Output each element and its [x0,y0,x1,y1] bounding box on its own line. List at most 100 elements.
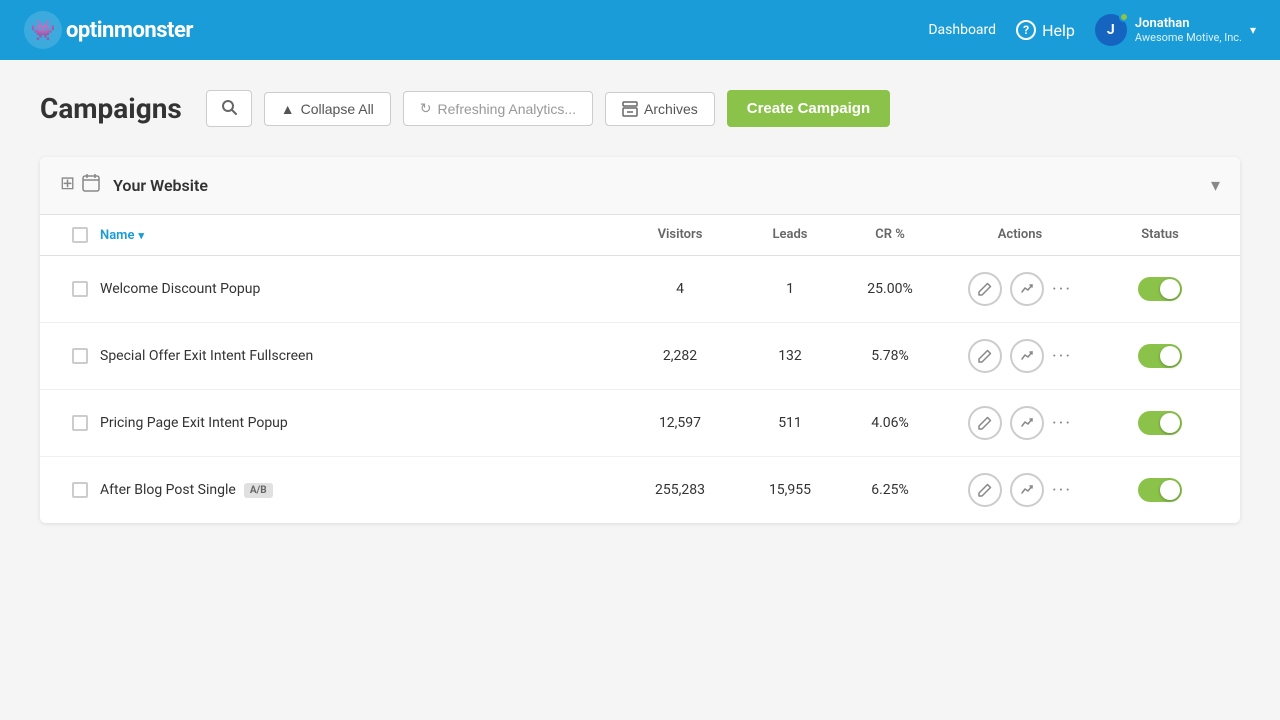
campaign-name: Pricing Page Exit Intent Popup [100,415,288,431]
cr-cell: 5.78% [840,348,940,364]
svg-text:👾: 👾 [31,18,56,42]
visitors-cell: 255,283 [620,482,740,498]
toggle-knob [1160,413,1180,433]
actions-cell: ··· [940,339,1100,373]
archives-label: Archives [644,101,698,117]
edit-button[interactable] [968,339,1002,373]
campaign-rows: Welcome Discount Popup 4 1 25.00% ··· [40,256,1240,523]
edit-icon [978,483,992,497]
campaigns-container: ⊞ Your Website ▾ Name ▾ [40,157,1240,523]
collapse-all-button[interactable]: ▲ Collapse All [264,92,391,126]
status-toggle[interactable] [1138,411,1182,435]
row-checkbox-cell[interactable] [60,348,100,364]
more-actions-button[interactable]: ··· [1052,346,1072,367]
user-menu[interactable]: J Jonathan Awesome Motive, Inc. ▾ [1095,14,1256,46]
row-checkbox[interactable] [72,482,88,498]
analytics-button[interactable] [1010,473,1044,507]
leads-cell: 511 [740,415,840,431]
row-checkbox[interactable] [72,415,88,431]
edit-icon [978,349,992,363]
toggle-knob [1160,279,1180,299]
table-row: Special Offer Exit Intent Fullscreen 2,2… [40,323,1240,390]
more-actions-button[interactable]: ··· [1052,279,1072,300]
column-cr: CR % [840,227,940,243]
campaign-name-cell: Welcome Discount Popup [100,281,620,297]
calendar-icon [81,173,101,198]
visitors-cell: 2,282 [620,348,740,364]
website-name: Your Website [113,176,1211,195]
column-visitors: Visitors [620,227,740,243]
table-row: After Blog Post Single A/B 255,283 15,95… [40,457,1240,523]
logo[interactable]: 👾 optinmonster [24,11,193,49]
status-toggle[interactable] [1138,277,1182,301]
analytics-button[interactable] [1010,339,1044,373]
header: 👾 optinmonster Dashboard ? Help J Jonath… [0,0,1280,60]
dashboard-link[interactable]: Dashboard [928,22,996,38]
analytics-icon [1020,483,1034,497]
campaign-name-cell: Special Offer Exit Intent Fullscreen [100,348,620,364]
select-all-cell[interactable] [60,227,100,243]
row-checkbox[interactable] [72,348,88,364]
actions-cell: ··· [940,473,1100,507]
row-checkbox-cell[interactable] [60,281,100,297]
create-campaign-button[interactable]: Create Campaign [727,90,890,127]
select-all-checkbox[interactable] [72,227,88,243]
row-checkbox-cell[interactable] [60,482,100,498]
toggle-knob [1160,480,1180,500]
help-button[interactable]: ? Help [1016,20,1075,40]
column-actions: Actions [940,227,1100,243]
website-section-header[interactable]: ⊞ Your Website ▾ [40,157,1240,215]
status-toggle[interactable] [1138,344,1182,368]
analytics-icon [1020,416,1034,430]
analytics-button[interactable] [1010,272,1044,306]
user-name: Jonathan [1135,16,1242,31]
archives-button[interactable]: Archives [605,92,715,126]
visitors-cell: 4 [620,281,740,297]
status-toggle[interactable] [1138,478,1182,502]
status-cell[interactable] [1100,277,1220,301]
status-cell[interactable] [1100,344,1220,368]
collapse-all-label: Collapse All [301,101,374,117]
campaign-name-cell: Pricing Page Exit Intent Popup [100,415,620,431]
column-status: Status [1100,227,1220,243]
campaign-name: Welcome Discount Popup [100,281,260,297]
actions-cell: ··· [940,272,1100,306]
website-icons: ⊞ [60,173,101,198]
edit-button[interactable] [968,406,1002,440]
more-actions-button[interactable]: ··· [1052,480,1072,501]
cr-cell: 25.00% [840,281,940,297]
user-company: Awesome Motive, Inc. [1135,31,1242,44]
more-actions-button[interactable]: ··· [1052,413,1072,434]
logo-text: optinmonster [66,18,193,43]
row-checkbox[interactable] [72,281,88,297]
analytics-icon [1020,349,1034,363]
refresh-icon: ↻ [420,100,432,117]
help-icon: ? [1016,20,1036,40]
edit-button[interactable] [968,272,1002,306]
row-checkbox-cell[interactable] [60,415,100,431]
help-label: Help [1042,21,1075,40]
column-leads: Leads [740,227,840,243]
visitors-cell: 12,597 [620,415,740,431]
page-title: Campaigns [40,92,182,125]
website-chevron-icon: ▾ [1211,175,1220,196]
actions-cell: ··· [940,406,1100,440]
avatar: J [1095,14,1127,46]
analytics-button[interactable] [1010,406,1044,440]
leads-cell: 1 [740,281,840,297]
cr-cell: 6.25% [840,482,940,498]
edit-button[interactable] [968,473,1002,507]
table-row: Pricing Page Exit Intent Popup 12,597 51… [40,390,1240,457]
column-name[interactable]: Name ▾ [100,227,620,243]
refreshing-analytics-button[interactable]: ↻ Refreshing Analytics... [403,91,593,126]
logo-icon: 👾 [24,11,62,49]
search-button[interactable] [206,90,252,127]
leads-cell: 132 [740,348,840,364]
archives-icon [622,101,638,117]
grid-icon: ⊞ [60,173,75,198]
campaign-name: After Blog Post Single [100,482,236,498]
status-cell[interactable] [1100,411,1220,435]
leads-cell: 15,955 [740,482,840,498]
status-cell[interactable] [1100,478,1220,502]
status-dot [1119,12,1129,22]
